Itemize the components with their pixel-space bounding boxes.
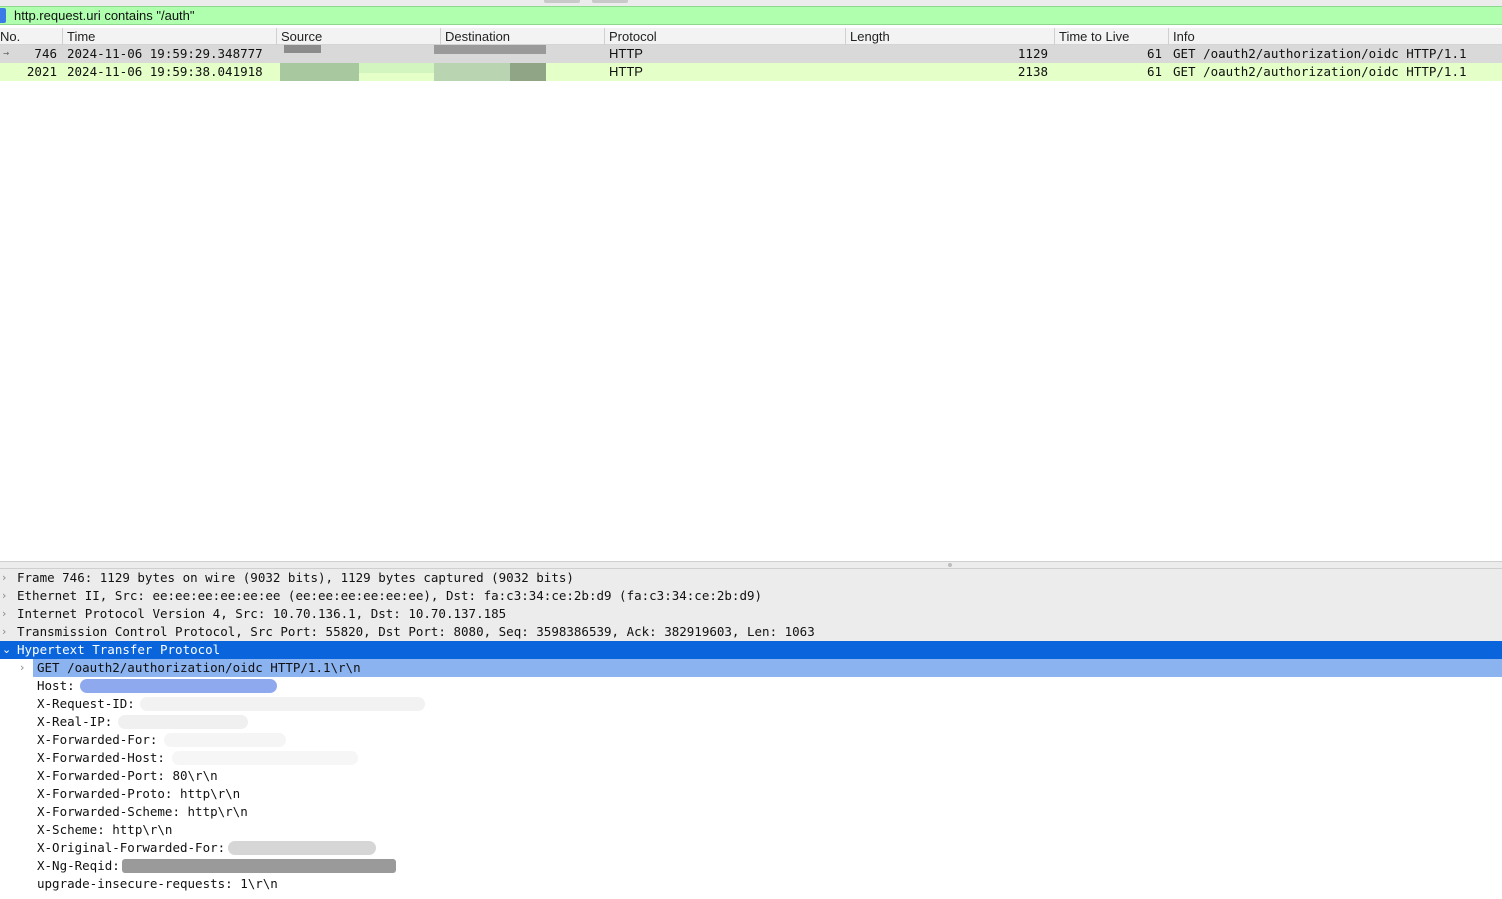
chevron-right-icon[interactable]: › — [2, 569, 14, 587]
chevron-right-icon[interactable]: › — [20, 659, 24, 677]
column-header-no[interactable]: No. — [0, 28, 62, 45]
tree-item-ethernet[interactable]: › Ethernet II, Src: ee:ee:ee:ee:ee:ee (e… — [0, 587, 1502, 605]
tree-item-frame[interactable]: › Frame 746: 1129 bytes on wire (9032 bi… — [0, 569, 1502, 587]
tree-item-label: X-Real-IP: — [37, 714, 113, 729]
tree-item-label: GET /oauth2/authorization/oidc HTTP/1.1\… — [37, 660, 361, 675]
tree-item-label: upgrade-insecure-requests: 1\r\n — [37, 876, 278, 891]
redacted-destination — [434, 45, 546, 54]
tree-item-x-original-forwarded-for[interactable]: X-Original-Forwarded-For: — [0, 839, 1502, 857]
tree-item-request-line[interactable]: › GET /oauth2/authorization/oidc HTTP/1.… — [0, 659, 1502, 677]
tree-item-upgrade-insecure-requests[interactable]: upgrade-insecure-requests: 1\r\n — [0, 875, 1502, 893]
redacted-value — [118, 715, 248, 729]
redacted-value — [164, 733, 286, 747]
packet-length: 2138 — [1017, 64, 1048, 79]
pane-splitter[interactable] — [0, 561, 1502, 569]
tree-item-x-forwarded-port[interactable]: X-Forwarded-Port: 80\r\n — [0, 767, 1502, 785]
column-header-ttl[interactable]: Time to Live — [1054, 28, 1168, 45]
redacted-destination — [434, 63, 510, 81]
tree-item-x-ng-reqid[interactable]: X-Ng-Reqid: — [0, 857, 1502, 875]
column-header-source[interactable]: Source — [276, 28, 440, 45]
packet-no: 746 — [34, 46, 57, 61]
related-packet-arrow-icon: → — [3, 48, 10, 59]
tree-item-label: Host: — [37, 678, 75, 693]
tree-item-label: Internet Protocol Version 4, Src: 10.70.… — [17, 606, 507, 621]
redacted-source — [359, 63, 434, 73]
redacted-value — [80, 679, 277, 693]
tree-item-x-forwarded-proto[interactable]: X-Forwarded-Proto: http\r\n — [0, 785, 1502, 803]
display-filter-bar[interactable]: http.request.uri contains "/auth" — [0, 6, 1502, 25]
tree-item-host[interactable]: Host: — [0, 677, 1502, 695]
column-header-destination[interactable]: Destination — [440, 28, 604, 45]
tree-item-label: X-Ng-Reqid: — [37, 858, 120, 873]
redacted-source — [284, 45, 321, 53]
packet-ttl: 61 — [1146, 46, 1162, 61]
chevron-down-icon[interactable]: ⌄ — [2, 641, 14, 659]
tree-item-x-forwarded-host[interactable]: X-Forwarded-Host: — [0, 749, 1502, 767]
column-header-info[interactable]: Info — [1168, 28, 1502, 45]
splitter-grip-icon[interactable] — [948, 563, 952, 567]
tree-item-x-forwarded-scheme[interactable]: X-Forwarded-Scheme: http\r\n — [0, 803, 1502, 821]
packet-protocol: HTTP — [609, 64, 643, 79]
bookmark-icon[interactable] — [0, 8, 6, 23]
tree-item-http[interactable]: ⌄ Hypertext Transfer Protocol — [0, 641, 1502, 659]
packet-time: 2024-11-06 19:59:38.041918 — [67, 64, 263, 79]
display-filter-input[interactable]: http.request.uri contains "/auth" — [14, 8, 195, 23]
packet-details-tree: › Frame 746: 1129 bytes on wire (9032 bi… — [0, 569, 1502, 899]
tree-item-x-request-id[interactable]: X-Request-ID: — [0, 695, 1502, 713]
packet-length: 1129 — [1017, 46, 1048, 61]
tree-item-x-real-ip[interactable]: X-Real-IP: — [0, 713, 1502, 731]
packet-info: GET /oauth2/authorization/oidc HTTP/1.1 — [1173, 64, 1467, 79]
packet-time: 2024-11-06 19:59:29.348777 — [67, 46, 263, 61]
tree-item-x-scheme[interactable]: X-Scheme: http\r\n — [0, 821, 1502, 839]
redacted-value — [228, 841, 376, 855]
tree-item-label: X-Request-ID: — [37, 696, 135, 711]
packet-no: 2021 — [26, 64, 57, 79]
tree-item-label: Ethernet II, Src: ee:ee:ee:ee:ee:ee (ee:… — [17, 588, 763, 603]
column-header-time[interactable]: Time — [62, 28, 276, 45]
tree-item-label: Hypertext Transfer Protocol — [17, 642, 221, 657]
packet-info: GET /oauth2/authorization/oidc HTTP/1.1 — [1173, 46, 1467, 61]
tree-item-label: X-Forwarded-For: — [37, 732, 158, 747]
tree-item-label: X-Forwarded-Host: — [37, 750, 165, 765]
packet-row[interactable]: → 746 2024-11-06 19:59:29.348777 HTTP 11… — [0, 45, 1502, 63]
redacted-destination — [510, 63, 546, 81]
toolbar-tab-handle — [544, 0, 580, 3]
tree-item-label: X-Forwarded-Port: 80\r\n — [37, 768, 218, 783]
chevron-right-icon[interactable]: › — [2, 605, 14, 623]
redacted-value — [172, 751, 358, 765]
packet-protocol: HTTP — [609, 46, 643, 61]
redacted-value — [140, 697, 425, 711]
tree-item-label: X-Forwarded-Scheme: http\r\n — [37, 804, 248, 819]
chevron-right-icon[interactable]: › — [2, 587, 14, 605]
chevron-right-icon[interactable]: › — [2, 623, 14, 641]
tree-item-label: Frame 746: 1129 bytes on wire (9032 bits… — [17, 570, 574, 585]
toolbar-tab-handle — [592, 0, 628, 3]
tree-item-tcp[interactable]: › Transmission Control Protocol, Src Por… — [0, 623, 1502, 641]
redacted-value — [122, 859, 396, 873]
column-header-protocol[interactable]: Protocol — [604, 28, 845, 45]
tree-item-ip[interactable]: › Internet Protocol Version 4, Src: 10.7… — [0, 605, 1502, 623]
tree-item-label: X-Original-Forwarded-For: — [37, 840, 226, 855]
redacted-source — [280, 63, 359, 81]
column-header-length[interactable]: Length — [845, 28, 1054, 45]
packet-ttl: 61 — [1146, 64, 1162, 79]
tree-item-label: X-Forwarded-Proto: http\r\n — [37, 786, 241, 801]
tree-item-x-forwarded-for[interactable]: X-Forwarded-For: — [0, 731, 1502, 749]
packet-list-header: No. Time Source Destination Protocol Len… — [0, 28, 1502, 45]
tree-item-label: Transmission Control Protocol, Src Port:… — [17, 624, 815, 639]
packet-row[interactable]: 2021 2024-11-06 19:59:38.041918 HTTP 213… — [0, 63, 1502, 81]
tree-item-label: X-Scheme: http\r\n — [37, 822, 173, 837]
